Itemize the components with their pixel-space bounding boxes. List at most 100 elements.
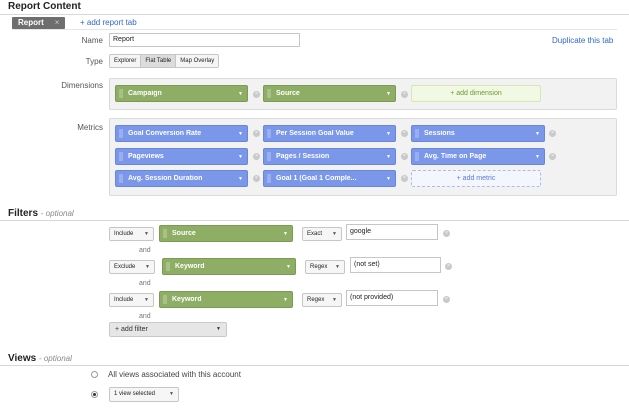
filter-value-input[interactable]: (not set) [350, 257, 441, 273]
dimension-chip-campaign[interactable]: Campaign ▼ [115, 85, 248, 102]
filter-mode-select[interactable]: Include ▼ [109, 293, 154, 307]
drag-handle-icon[interactable] [166, 262, 170, 271]
report-name-input[interactable]: Report [109, 33, 300, 47]
duplicate-tab-link[interactable]: Duplicate this tab [552, 36, 613, 45]
add-filter-button[interactable]: + add filter ▼ [109, 322, 227, 337]
add-report-tab-link[interactable]: + add report tab [80, 18, 137, 27]
type-flat-table-button[interactable]: Flat Table [141, 55, 177, 67]
remove-icon[interactable]: × [253, 175, 260, 182]
metric-chip[interactable]: Goal Conversion Rate ▼ [115, 125, 248, 142]
type-explorer-button[interactable]: Explorer [110, 55, 142, 67]
metric-chip[interactable]: Pageviews ▼ [115, 148, 248, 165]
dimensions-label: Dimensions [61, 81, 103, 90]
tab-report[interactable]: Report × [12, 17, 66, 29]
add-filter-label: + add filter [115, 326, 148, 333]
drag-handle-icon[interactable] [415, 152, 419, 161]
filter-value-input[interactable]: (not provided) [346, 290, 438, 306]
filter-mode-select[interactable]: Exclude ▼ [109, 260, 155, 274]
caret-down-icon: ▼ [386, 90, 391, 97]
tab-report-label: Report [18, 18, 44, 27]
filter-match-select[interactable]: Exact ▼ [302, 227, 342, 241]
and-label: and [139, 247, 151, 254]
metric-chip-label: Avg. Session Duration [128, 175, 203, 182]
selected-views-radio[interactable] [91, 391, 98, 398]
all-views-radio[interactable] [91, 371, 98, 378]
add-metric-button[interactable]: + add metric [411, 170, 541, 187]
caret-down-icon: ▼ [238, 175, 243, 182]
drag-handle-icon[interactable] [267, 89, 271, 98]
drag-handle-icon[interactable] [267, 152, 271, 161]
drag-handle-icon[interactable] [119, 129, 123, 138]
metric-chip[interactable]: Per Session Goal Value ▼ [263, 125, 396, 142]
filter-match-value: Regex [307, 297, 325, 303]
filters-optional: - optional [40, 209, 74, 218]
metric-chip[interactable]: Sessions ▼ [411, 125, 545, 142]
remove-icon[interactable]: × [401, 175, 408, 182]
drag-handle-icon[interactable] [163, 229, 167, 238]
metric-chip[interactable]: Avg. Time on Page ▼ [411, 148, 545, 165]
drag-handle-icon[interactable] [163, 295, 167, 304]
drag-handle-icon[interactable] [119, 174, 123, 183]
remove-icon[interactable]: × [253, 153, 260, 160]
caret-down-icon: ▼ [386, 153, 391, 160]
remove-icon[interactable]: × [401, 130, 408, 137]
filters-title-text: Filters [8, 208, 39, 219]
remove-icon[interactable]: × [443, 230, 450, 237]
filter-match-select[interactable]: Regex ▼ [305, 260, 345, 274]
close-icon[interactable]: × [55, 18, 60, 27]
metric-chip[interactable]: Avg. Session Duration ▼ [115, 170, 248, 187]
filter-match-select[interactable]: Regex ▼ [302, 293, 342, 307]
caret-down-icon: ▼ [238, 130, 243, 137]
drag-handle-icon[interactable] [119, 152, 123, 161]
filters-title: Filters - optional [8, 208, 74, 219]
caret-down-icon: ▼ [386, 175, 391, 182]
filter-dimension-label: Keyword [172, 296, 202, 303]
metric-chip-label: Pages / Session [276, 153, 330, 160]
metric-chip-label: Sessions [424, 130, 455, 137]
metric-chip-label: Goal 1 (Goal 1 Comple... [276, 175, 357, 182]
filter-mode-select[interactable]: Include ▼ [109, 227, 154, 241]
type-label: Type [85, 57, 103, 66]
remove-icon[interactable]: × [549, 153, 556, 160]
metrics-label: Metrics [77, 123, 103, 132]
caret-down-icon: ▼ [286, 263, 291, 270]
filter-dimension-chip[interactable]: Keyword ▼ [162, 258, 296, 275]
and-label: and [139, 280, 151, 287]
views-select-value: 1 view selected [114, 391, 156, 397]
report-type-selector: Explorer Flat Table Map Overlay [109, 54, 220, 68]
remove-icon[interactable]: × [401, 91, 408, 98]
dimension-chip-source[interactable]: Source ▼ [263, 85, 396, 102]
views-select[interactable]: 1 view selected ▼ [109, 387, 179, 402]
drag-handle-icon[interactable] [119, 89, 123, 98]
filter-dimension-chip[interactable]: Source ▼ [159, 225, 293, 242]
views-title: Views - optional [8, 353, 72, 364]
drag-handle-icon[interactable] [267, 129, 271, 138]
caret-down-icon: ▼ [535, 130, 540, 137]
caret-down-icon: ▼ [332, 297, 337, 303]
dimension-chip-label: Source [276, 90, 300, 97]
remove-icon[interactable]: × [443, 296, 450, 303]
remove-icon[interactable]: × [401, 153, 408, 160]
metric-chip[interactable]: Goal 1 (Goal 1 Comple... ▼ [263, 170, 396, 187]
filter-dimension-label: Source [172, 230, 196, 237]
report-content-title: Report Content [8, 1, 81, 12]
remove-icon[interactable]: × [253, 130, 260, 137]
metric-chip[interactable]: Pages / Session ▼ [263, 148, 396, 165]
dimension-chip-label: Campaign [128, 90, 162, 97]
type-map-overlay-button[interactable]: Map Overlay [176, 55, 219, 67]
remove-icon[interactable]: × [253, 91, 260, 98]
caret-down-icon: ▼ [238, 153, 243, 160]
remove-icon[interactable]: × [549, 130, 556, 137]
filter-dimension-chip[interactable]: Keyword ▼ [159, 291, 293, 308]
remove-icon[interactable]: × [445, 263, 452, 270]
drag-handle-icon[interactable] [267, 174, 271, 183]
caret-down-icon: ▼ [144, 297, 149, 303]
and-label: and [139, 313, 151, 320]
add-dimension-button[interactable]: + add dimension [411, 85, 541, 102]
filter-mode-value: Include [114, 231, 134, 237]
drag-handle-icon[interactable] [415, 129, 419, 138]
metric-chip-label: Per Session Goal Value [276, 130, 354, 137]
filter-value-input[interactable]: google [346, 224, 438, 240]
all-views-label: All views associated with this account [108, 370, 241, 379]
filter-dimension-label: Keyword [175, 263, 205, 270]
